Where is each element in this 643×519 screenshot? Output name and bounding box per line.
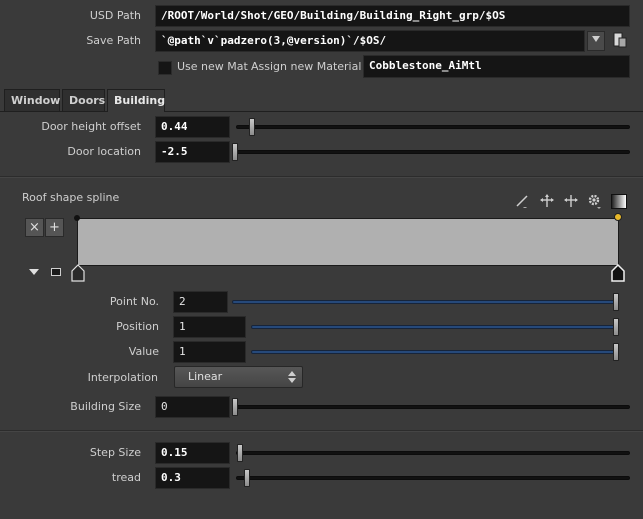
use-new-mat-label: Use new Mat: [177, 60, 248, 73]
move-icon[interactable]: [540, 194, 554, 208]
position-label: Position: [116, 320, 159, 333]
spline-title: Roof shape spline: [22, 191, 120, 204]
spline-point-right[interactable]: [614, 213, 622, 221]
value-slider-handle[interactable]: [613, 343, 619, 361]
position-field[interactable]: 1: [173, 316, 246, 338]
gear-icon[interactable]: [587, 193, 601, 209]
usd-path-label: USD Path: [89, 9, 141, 22]
pen-tool-icon[interactable]: [515, 194, 529, 209]
point-no-label: Point No.: [109, 295, 159, 308]
door-location-label: Door location: [67, 145, 141, 158]
step-size-field[interactable]: 0.15: [155, 442, 230, 464]
step-size-label: Step Size: [89, 446, 141, 459]
spline-point-left[interactable]: [74, 215, 80, 221]
door-location-slider-track[interactable]: [236, 150, 630, 154]
building-size-slider-track[interactable]: [236, 405, 630, 409]
collapse-triangle-icon[interactable]: [29, 269, 39, 275]
use-new-mat-checkbox[interactable]: [158, 61, 172, 75]
tread-field[interactable]: 0.3: [155, 467, 230, 489]
updown-arrows-icon: [288, 371, 296, 383]
value-field[interactable]: 1: [173, 341, 246, 363]
tread-slider-handle[interactable]: [244, 469, 250, 487]
spline-key-left[interactable]: [71, 264, 85, 285]
separator: [0, 430, 643, 432]
link-icon[interactable]: [51, 268, 61, 276]
spline-ramp-area[interactable]: [77, 218, 619, 266]
spline-key-right[interactable]: [611, 263, 625, 285]
point-no-slider-track[interactable]: [232, 300, 618, 304]
tread-label: tread: [111, 471, 141, 484]
tab-doors[interactable]: Doors: [62, 89, 105, 111]
value-slider-track[interactable]: [251, 350, 618, 354]
usd-path-field[interactable]: /ROOT/World/Shot/GEO/Building/Building_R…: [155, 5, 630, 27]
door-height-field[interactable]: 0.44: [155, 116, 230, 138]
door-location-slider-handle[interactable]: [232, 143, 238, 161]
door-height-slider-handle[interactable]: [249, 118, 255, 136]
interpolation-value: Linear: [188, 370, 223, 383]
building-size-label: Building Size: [70, 400, 141, 413]
door-height-label: Door height offset: [41, 120, 141, 133]
position-slider-handle[interactable]: [613, 318, 619, 336]
point-no-field[interactable]: 2: [173, 291, 228, 313]
interpolation-label: Interpolation: [87, 371, 158, 384]
save-path-dropdown-button[interactable]: [587, 31, 605, 51]
save-path-label: Save Path: [86, 34, 141, 47]
building-size-slider-handle[interactable]: [232, 398, 238, 416]
add-point-button[interactable]: +: [45, 218, 64, 237]
position-slider-track[interactable]: [251, 325, 618, 329]
value-label: Value: [128, 345, 159, 358]
step-size-slider-handle[interactable]: [237, 444, 243, 462]
assign-material-label: Assign new Material: [251, 60, 362, 73]
door-height-slider-track[interactable]: [236, 125, 630, 129]
scale-icon[interactable]: [564, 194, 578, 208]
tab-window[interactable]: Window: [4, 89, 60, 111]
interpolation-dropdown[interactable]: Linear: [174, 366, 303, 388]
chevron-down-icon: [592, 36, 600, 42]
point-no-slider-handle[interactable]: [613, 293, 619, 311]
save-path-field[interactable]: `@path`v`padzero(3,@version)`/$OS/: [155, 30, 585, 52]
building-size-field[interactable]: 0: [155, 396, 230, 418]
ramp-gradient-icon[interactable]: [611, 194, 627, 209]
separator: [0, 176, 643, 178]
remove-point-button[interactable]: ×: [25, 218, 44, 237]
tab-building[interactable]: Building: [107, 89, 165, 112]
tread-slider-track[interactable]: [236, 476, 630, 480]
door-location-field[interactable]: -2.5: [155, 141, 230, 163]
file-chooser-icon[interactable]: [613, 32, 627, 49]
assign-material-field[interactable]: Cobblestone_AiMtl: [363, 55, 630, 78]
step-size-slider-track[interactable]: [236, 451, 630, 455]
